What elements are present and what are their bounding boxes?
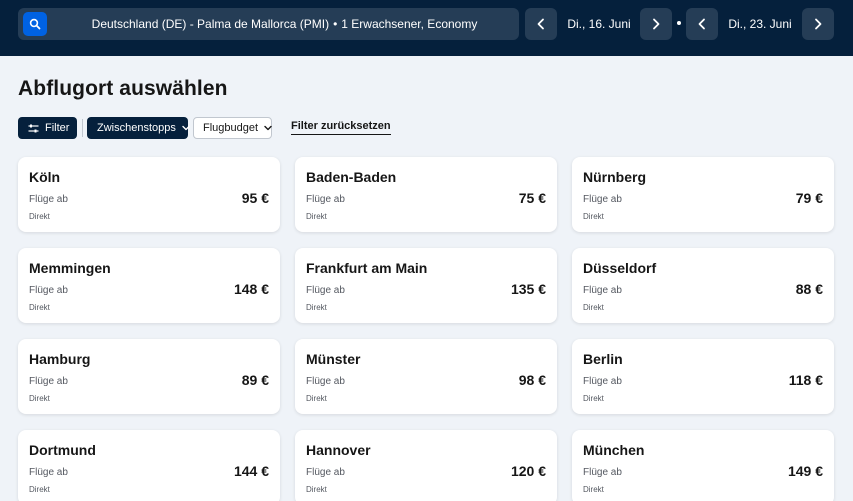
card-subtitle: Flüge ab xyxy=(306,194,345,205)
outbound-date[interactable]: Di., 16. Juni xyxy=(563,8,635,40)
search-summary-text: Deutschland (DE) - Palma de Mallorca (PM… xyxy=(18,8,519,40)
card-stops: Direkt xyxy=(306,212,327,221)
card-subtitle: Flüge ab xyxy=(583,194,622,205)
card-city: Berlin xyxy=(583,351,623,367)
destination-card[interactable]: Nürnberg Flüge ab 79 € Direkt xyxy=(572,157,834,232)
return-date[interactable]: Di., 23. Juni xyxy=(724,8,796,40)
card-city: Düsseldorf xyxy=(583,260,657,276)
card-price: 95 € xyxy=(241,190,269,206)
card-stops: Direkt xyxy=(306,303,327,312)
chevron-down-icon xyxy=(264,125,272,131)
sliders-icon xyxy=(28,124,39,133)
card-city: Frankfurt am Main xyxy=(306,260,428,276)
card-subtitle: Flüge ab xyxy=(29,285,68,296)
card-subtitle: Flüge ab xyxy=(306,285,345,296)
chevron-right-icon xyxy=(651,18,661,30)
card-city: Baden-Baden xyxy=(306,169,397,185)
separator-dot: • xyxy=(333,17,338,31)
chevron-left-icon xyxy=(536,18,546,30)
chevron-down-icon xyxy=(182,125,190,131)
chevron-right-icon xyxy=(813,18,823,30)
card-price: 120 € xyxy=(510,463,546,479)
card-subtitle: Flüge ab xyxy=(29,467,68,478)
outbound-next-day-button[interactable] xyxy=(640,8,672,40)
card-price: 144 € xyxy=(233,463,269,479)
passengers-text: 1 Erwachsener, Economy xyxy=(341,17,478,31)
card-subtitle: Flüge ab xyxy=(306,376,345,387)
card-stops: Direkt xyxy=(29,394,50,403)
card-price: 135 € xyxy=(510,281,546,297)
budget-label: Flugbudget xyxy=(203,122,259,134)
route-text: Deutschland (DE) - Palma de Mallorca (PM… xyxy=(91,17,330,31)
destination-card[interactable]: Dortmund Flüge ab 144 € Direkt xyxy=(18,430,280,501)
destination-card[interactable]: Köln Flüge ab 95 € Direkt xyxy=(18,157,280,232)
destination-card[interactable]: Baden-Baden Flüge ab 75 € Direkt xyxy=(295,157,557,232)
filter-label: Filter xyxy=(45,122,70,134)
card-price: 75 € xyxy=(518,190,546,206)
card-subtitle: Flüge ab xyxy=(583,467,622,478)
card-stops: Direkt xyxy=(29,212,50,221)
destination-card[interactable]: Frankfurt am Main Flüge ab 135 € Direkt xyxy=(295,248,557,323)
card-stops: Direkt xyxy=(29,303,50,312)
budget-dropdown[interactable]: Flugbudget xyxy=(193,117,272,139)
card-subtitle: Flüge ab xyxy=(29,376,68,387)
return-next-day-button[interactable] xyxy=(802,8,834,40)
card-city: Dortmund xyxy=(29,442,96,458)
card-price: 79 € xyxy=(795,190,823,206)
card-stops: Direkt xyxy=(306,485,327,494)
card-city: Münster xyxy=(306,351,361,367)
reset-filters-link[interactable]: Filter zurücksetzen xyxy=(291,120,391,135)
card-subtitle: Flüge ab xyxy=(583,376,622,387)
card-city: Memmingen xyxy=(29,260,111,276)
page-title: Abflugort auswählen xyxy=(18,77,228,100)
card-price: 89 € xyxy=(241,372,269,388)
destination-card[interactable]: Düsseldorf Flüge ab 88 € Direkt xyxy=(572,248,834,323)
return-prev-day-button[interactable] xyxy=(686,8,718,40)
card-stops: Direkt xyxy=(29,485,50,494)
destination-card[interactable]: Hamburg Flüge ab 89 € Direkt xyxy=(18,339,280,414)
card-price: 88 € xyxy=(795,281,823,297)
date-separator-dot xyxy=(677,21,681,25)
destination-card[interactable]: Hannover Flüge ab 120 € Direkt xyxy=(295,430,557,501)
chevron-left-icon xyxy=(697,18,707,30)
search-summary-field[interactable]: Deutschland (DE) - Palma de Mallorca (PM… xyxy=(18,8,519,40)
card-city: Köln xyxy=(29,169,61,185)
card-subtitle: Flüge ab xyxy=(306,467,345,478)
card-city: München xyxy=(583,442,645,458)
card-price: 148 € xyxy=(233,281,269,297)
card-stops: Direkt xyxy=(583,212,604,221)
filter-button[interactable]: Filter xyxy=(18,117,77,139)
card-stops: Direkt xyxy=(583,303,604,312)
stops-dropdown[interactable]: Zwischenstopps xyxy=(87,117,190,139)
card-subtitle: Flüge ab xyxy=(29,194,68,205)
destination-card[interactable]: Münster Flüge ab 98 € Direkt xyxy=(295,339,557,414)
card-city: Hannover xyxy=(306,442,371,458)
filter-divider xyxy=(82,119,83,137)
card-price: 149 € xyxy=(787,463,823,479)
card-price: 118 € xyxy=(788,372,823,388)
destination-card[interactable]: Berlin Flüge ab 118 € Direkt xyxy=(572,339,834,414)
card-city: Nürnberg xyxy=(583,169,646,185)
outbound-prev-day-button[interactable] xyxy=(525,8,557,40)
card-stops: Direkt xyxy=(306,394,327,403)
card-stops: Direkt xyxy=(583,394,604,403)
destination-card[interactable]: Memmingen Flüge ab 148 € Direkt xyxy=(18,248,280,323)
card-city: Hamburg xyxy=(29,351,91,367)
stops-label: Zwischenstopps xyxy=(97,122,176,134)
card-stops: Direkt xyxy=(583,485,604,494)
card-price: 98 € xyxy=(518,372,546,388)
destination-card[interactable]: München Flüge ab 149 € Direkt xyxy=(572,430,834,501)
card-subtitle: Flüge ab xyxy=(583,285,622,296)
top-search-bar: Deutschland (DE) - Palma de Mallorca (PM… xyxy=(0,0,853,56)
